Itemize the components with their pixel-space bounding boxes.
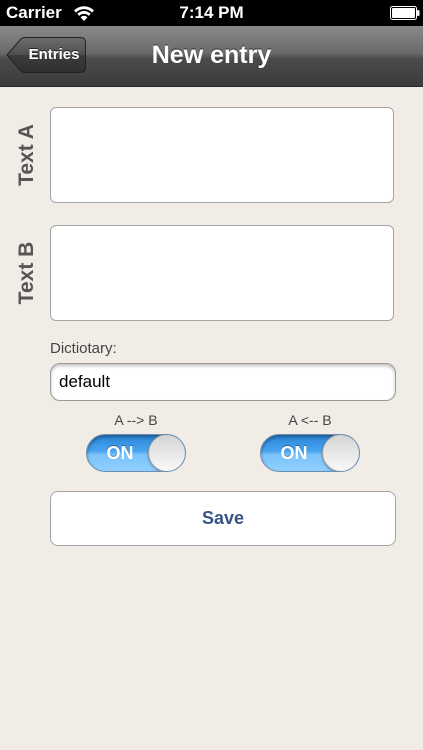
text-b-input[interactable]	[50, 225, 394, 321]
page-title: New entry	[151, 41, 272, 69]
switch-ba-state: ON	[280, 443, 308, 463]
dictionary-input[interactable]	[50, 363, 396, 401]
switch-ab-knob	[148, 435, 185, 471]
text-a-input[interactable]	[50, 107, 394, 203]
navigation-bar: Entries New entry	[0, 26, 423, 87]
switch-ab-state: ON	[106, 443, 134, 463]
back-button-entries[interactable]: Entries	[6, 37, 86, 73]
switch-ba-knob	[322, 435, 359, 471]
save-button[interactable]: Save	[50, 491, 396, 546]
text-a-label: Text A	[15, 124, 38, 186]
status-bar: Carrier 7:14 PM	[0, 0, 423, 26]
back-button-label: Entries	[28, 46, 80, 63]
status-time: 7:14 PM	[179, 3, 244, 22]
battery-icon	[390, 6, 420, 20]
switch-ba-label: A <-- B	[288, 412, 332, 428]
switch-ab-toggle[interactable]: ON	[86, 434, 186, 472]
text-b-label: Text B	[15, 241, 38, 305]
screen: Carrier 7:14 PM Entries New entry Text A…	[0, 0, 423, 750]
dictionary-label: Dictiotary:	[50, 340, 117, 357]
switch-ba-toggle[interactable]: ON	[260, 434, 360, 472]
switch-ab-label: A --> B	[114, 412, 158, 428]
